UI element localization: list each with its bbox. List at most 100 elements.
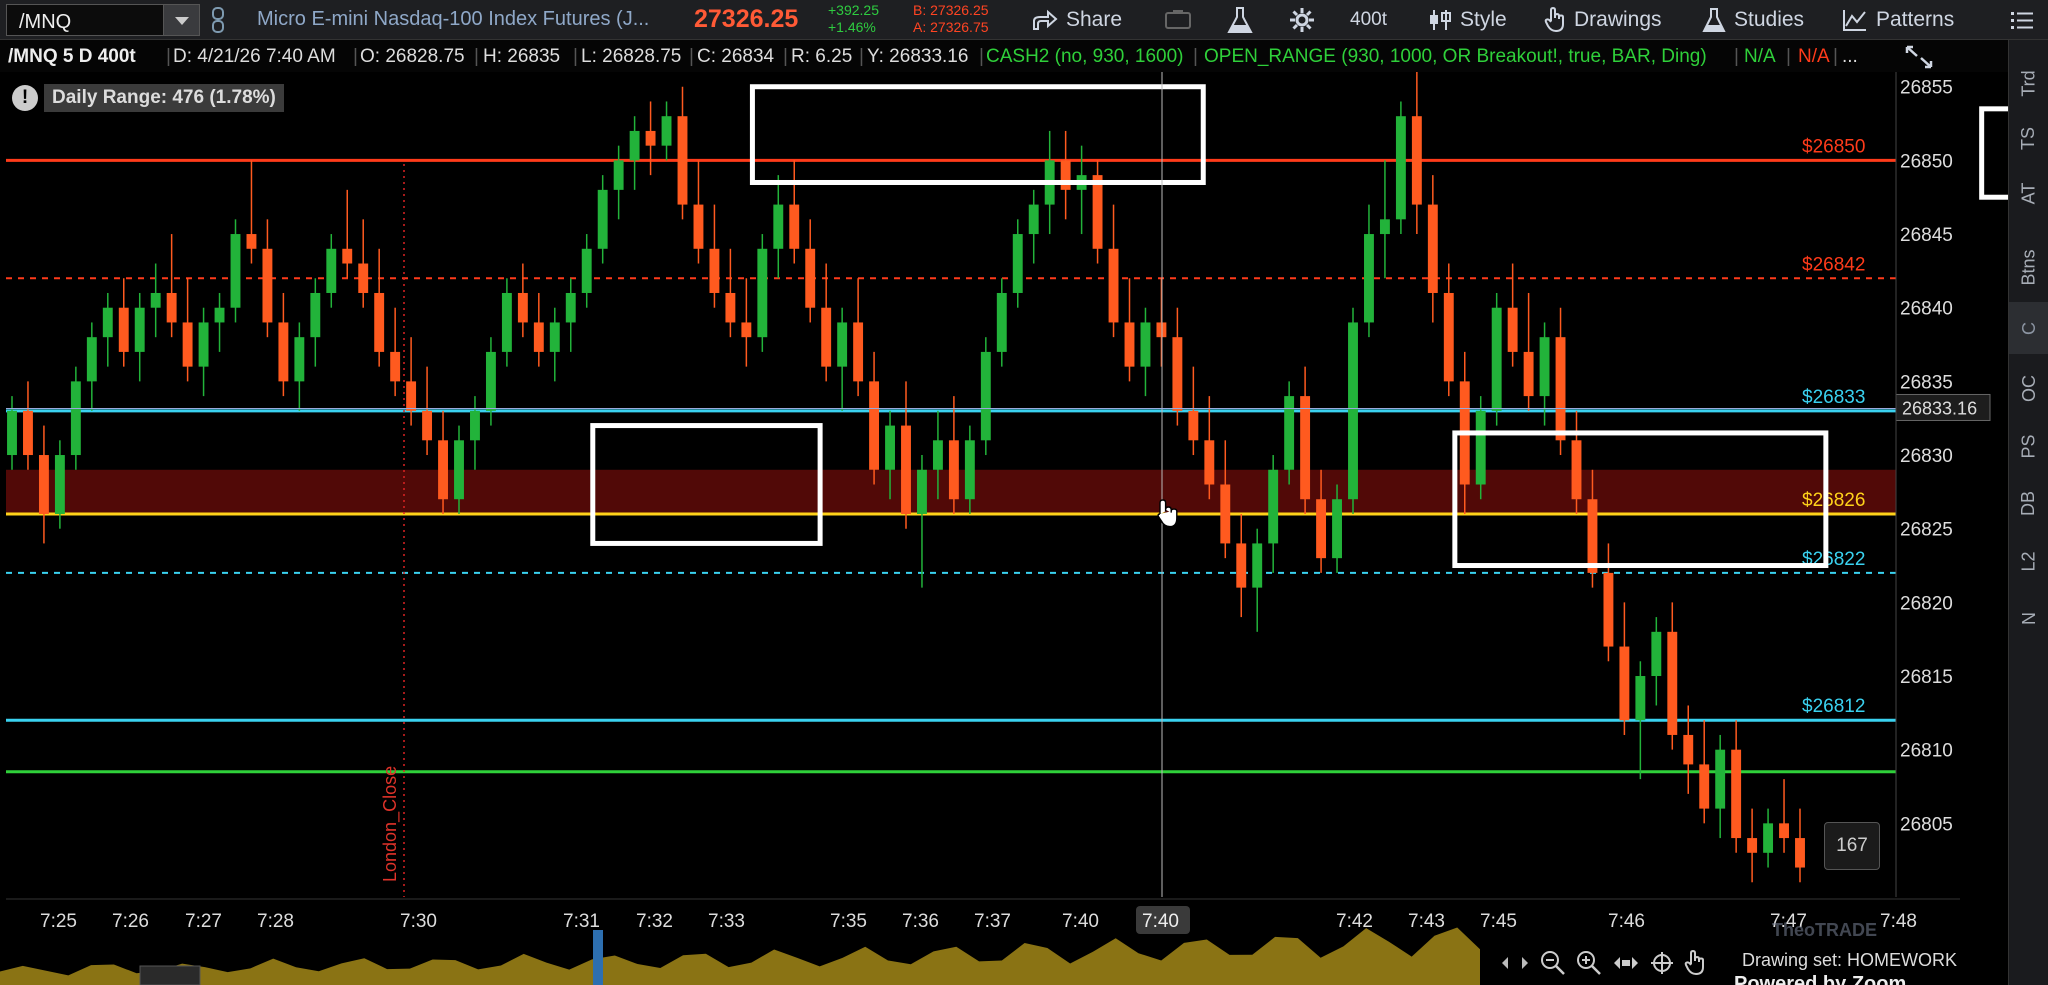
scroll-left-icon[interactable] <box>1500 956 1510 970</box>
drawings-label: Drawings <box>1574 8 1662 31</box>
studies-button[interactable]: Studies <box>1702 0 1804 40</box>
candle-up <box>454 440 464 500</box>
tab-trd[interactable]: Trd <box>2009 55 2048 111</box>
candle-down <box>23 410 33 456</box>
candle-down <box>853 322 864 382</box>
drawing-set-label[interactable]: Drawing set: HOMEWORK <box>1742 950 1957 971</box>
candle-down <box>1747 838 1758 853</box>
study-open-range[interactable]: OPEN_RANGE (930, 1000, OR Breakout!, tru… <box>1204 46 1707 68</box>
candle-down <box>358 263 369 293</box>
gear-icon[interactable] <box>1282 0 1322 40</box>
study-cash2[interactable]: CASH2 (no, 930, 1600) <box>986 46 1184 68</box>
style-label: Style <box>1460 8 1507 31</box>
chart-canvas[interactable]: $26850$26842$26833$26826$26822$26812Lond… <box>0 72 2008 985</box>
candle-up <box>326 248 337 293</box>
snapshot-icon[interactable] <box>1160 0 1196 40</box>
separator: | <box>474 46 479 67</box>
price-chart[interactable]: $26850 $26842 $26833 $26826 $26822 $26812 Lond… <box>0 72 2008 985</box>
crosshair-icon[interactable] <box>1650 951 1674 975</box>
tab-l2[interactable]: L2 <box>2009 533 2048 589</box>
symbol-selector[interactable]: /MNQ <box>6 4 200 36</box>
candle-down <box>1220 484 1231 544</box>
symbol-input[interactable]: /MNQ <box>19 11 71 34</box>
collapse-arrows-icon[interactable] <box>1904 44 1934 70</box>
candle-down <box>1443 292 1454 382</box>
candle-up <box>1475 410 1486 485</box>
candle-up <box>501 292 512 352</box>
candle-down <box>1555 337 1566 441</box>
drawings-button[interactable]: Drawings <box>1544 0 1662 40</box>
tab-oc[interactable]: OC <box>2009 360 2048 416</box>
more-studies[interactable]: ... <box>1842 46 1858 68</box>
volume-scroll-handle[interactable] <box>139 965 201 985</box>
price-level-label: $26850 <box>1802 136 1865 157</box>
candle-up <box>230 234 241 308</box>
candle-up <box>837 322 848 367</box>
tab-ps[interactable]: PS <box>2009 418 2048 474</box>
zoom-in-icon[interactable] <box>1576 950 1602 976</box>
tab-c[interactable]: C <box>2009 302 2048 354</box>
chevron-down-icon[interactable] <box>163 5 199 35</box>
candle-up <box>757 248 768 338</box>
price-axis-label: 26825 <box>1900 520 1953 541</box>
candle-down <box>1523 351 1534 397</box>
candle-down <box>901 425 911 514</box>
candle-up <box>70 381 81 456</box>
style-button[interactable]: Style <box>1428 0 1507 40</box>
candle-up <box>773 204 784 249</box>
price-axis-label: 26835 <box>1900 372 1953 393</box>
candle-down <box>709 248 720 293</box>
menu-icon[interactable] <box>2002 0 2042 40</box>
chart-bottom-tools <box>1500 948 1706 978</box>
candle-up <box>1635 676 1646 721</box>
tab-btns[interactable]: Btns <box>2009 232 2048 302</box>
candle-down <box>1204 440 1215 485</box>
candle-down <box>406 381 417 411</box>
candle-down <box>741 322 752 338</box>
hand-pointer-icon[interactable] <box>1684 950 1706 976</box>
price-level-label: $26826 <box>1802 490 1865 511</box>
net-change: +392.25 <box>828 2 879 18</box>
tab-ts[interactable]: TS <box>2009 110 2048 166</box>
instrument-description: Micro E-mini Nasdaq-100 Index Futures (J… <box>257 8 650 30</box>
candle-down <box>1507 307 1518 352</box>
candle-down <box>1060 160 1071 190</box>
tab-label: OC <box>2018 374 2039 402</box>
flask-icon[interactable] <box>1220 0 1260 40</box>
candle-down <box>1411 116 1422 205</box>
tab-label: N <box>2018 611 2039 625</box>
patterns-button[interactable]: Patterns <box>1842 0 1954 40</box>
study-value-na: N/A <box>1744 46 1776 67</box>
candle-down <box>821 307 832 367</box>
candle-up <box>1379 219 1390 235</box>
tab-label: Trd <box>2018 69 2039 97</box>
tab-n[interactable]: N <box>2009 590 2048 646</box>
scroll-right-icon[interactable] <box>1520 956 1530 970</box>
price-axis-label: 26845 <box>1900 225 1953 246</box>
candle-up <box>917 469 927 514</box>
candle-down <box>438 440 448 500</box>
time-axis-label: 7:27 <box>185 911 222 932</box>
alert-icon[interactable]: ! <box>12 85 38 111</box>
candle-down <box>725 292 736 323</box>
candle-up <box>54 455 65 514</box>
candle-down <box>262 248 273 323</box>
bid-ask: B: 27326.25 A: 27326.75 <box>913 2 989 36</box>
candle-down <box>118 307 129 352</box>
separator: | <box>783 46 788 67</box>
time-axis-label: 7:48 <box>1880 911 1917 932</box>
time-axis-label: 7:28 <box>257 911 294 932</box>
pan-horizontal-icon[interactable] <box>1612 952 1640 974</box>
aggregation-selector[interactable]: 400t <box>1350 0 1387 40</box>
tab-label: DB <box>2018 490 2039 516</box>
tab-db[interactable]: DB <box>2009 475 2048 531</box>
zoom-out-icon[interactable] <box>1540 950 1566 976</box>
share-button[interactable]: Share <box>1032 0 1122 40</box>
highlight-box[interactable] <box>749 84 1206 185</box>
highlight-box[interactable] <box>1979 106 2008 200</box>
time-axis-label: 7:32 <box>636 911 673 932</box>
hand-pointer-icon <box>1544 7 1564 33</box>
link-icon[interactable] <box>210 6 228 34</box>
separator: | <box>1786 46 1791 67</box>
tab-at[interactable]: AT <box>2009 165 2048 221</box>
